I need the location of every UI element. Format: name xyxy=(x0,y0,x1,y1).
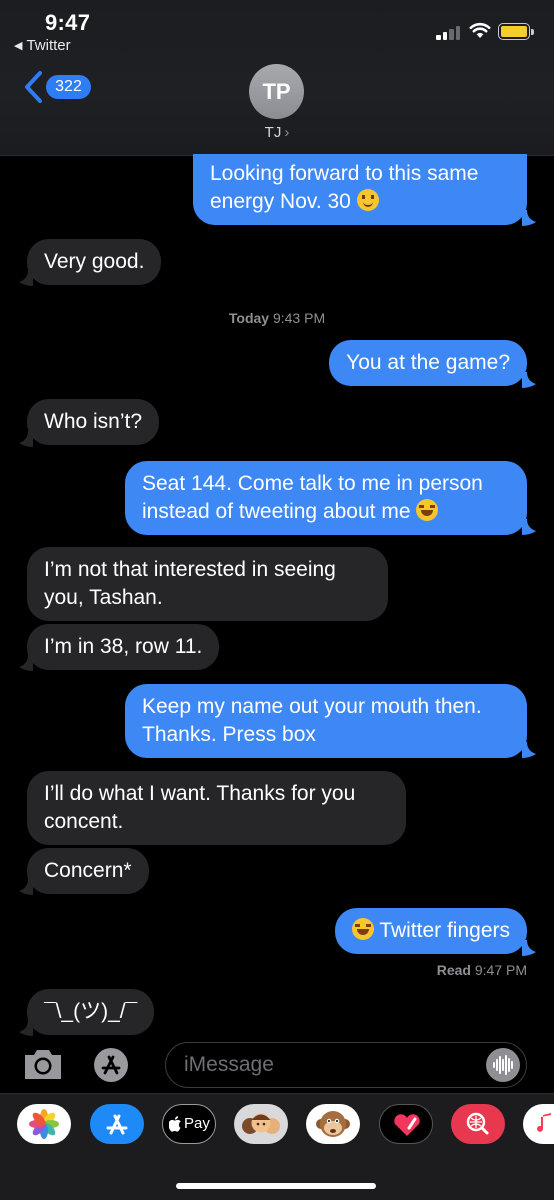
music-icon xyxy=(537,1113,551,1132)
message-bubble-incoming[interactable]: I’m in 38, row 11. xyxy=(27,624,220,670)
waveform-icon xyxy=(493,1055,513,1075)
audio-message-button[interactable] xyxy=(486,1048,520,1082)
message-text: Very good. xyxy=(44,250,145,273)
images-search-icon xyxy=(466,1112,489,1135)
message-bubble-outgoing[interactable]: Twitter fingers xyxy=(334,908,527,954)
contact-name-button[interactable]: TJ › xyxy=(0,124,554,141)
message-text: concent. xyxy=(44,810,124,833)
memoji-icon xyxy=(242,1113,280,1134)
cellular-signal-icon xyxy=(436,24,462,40)
digital-touch-app-button[interactable] xyxy=(379,1104,433,1144)
app-store-icon xyxy=(106,1114,128,1135)
bubble-tail xyxy=(522,742,536,758)
bubble-tail xyxy=(522,940,536,956)
bubble-tail xyxy=(19,655,33,671)
camera-icon[interactable] xyxy=(22,1046,64,1082)
message-bubble-incoming[interactable]: Concern* xyxy=(27,848,149,894)
animoji-monkey-icon xyxy=(316,1111,350,1137)
message-text: Who isn’t? xyxy=(44,410,143,433)
message-text: Seat 144. Come talk to me in person xyxy=(142,472,483,495)
chevron-left-icon[interactable] xyxy=(22,70,46,104)
back-triangle-icon: ◀ xyxy=(14,40,23,52)
message-bubble-outgoing[interactable]: You at the game? xyxy=(329,340,527,386)
photos-app-button[interactable] xyxy=(17,1104,71,1144)
back-to-app-link[interactable]: ◀ Twitter xyxy=(14,37,71,54)
status-time: 9:47 xyxy=(45,10,91,35)
message-bubble-outgoing[interactable]: Seat 144. Come talk to me in person inst… xyxy=(125,461,527,535)
read-receipt: Read 9:47 PM xyxy=(436,962,527,978)
message-text: you, Tashan. xyxy=(44,586,163,609)
battery-icon xyxy=(498,23,534,40)
apple-pay-app-button[interactable]: Pay xyxy=(162,1104,216,1144)
message-input[interactable]: iMessage xyxy=(165,1042,527,1088)
tears-of-joy-emoji-icon xyxy=(416,499,439,521)
bubble-tail xyxy=(522,210,536,226)
message-bubble-outgoing[interactable]: Keep my name out your mouth then. Thanks… xyxy=(125,684,527,758)
apple-pay-icon xyxy=(169,1116,181,1132)
message-bubble-incoming[interactable]: ¯\_(ツ)_/¯ xyxy=(27,989,155,1035)
music-app-button[interactable] xyxy=(523,1104,554,1144)
chevron-right-icon: › xyxy=(284,124,290,141)
apple-pay-label: Pay xyxy=(184,1115,210,1132)
message-text: You at the game? xyxy=(346,351,510,374)
bubble-tail xyxy=(19,270,33,286)
memoji-app-button[interactable] xyxy=(234,1104,288,1144)
contact-name: TJ xyxy=(264,124,282,141)
bubble-tail xyxy=(522,519,536,535)
message-input-placeholder: iMessage xyxy=(184,1053,274,1076)
message-text: I’m in 38, row 11. xyxy=(44,635,203,658)
message-text: Concern* xyxy=(44,859,132,882)
app-store-icon xyxy=(101,1055,121,1075)
photos-icon xyxy=(29,1109,59,1139)
message-text: energy Nov. 30 xyxy=(210,190,351,213)
contact-avatar[interactable]: TP xyxy=(249,64,304,119)
app-store-drawer-button[interactable] xyxy=(94,1048,128,1082)
tears-of-joy-emoji-icon xyxy=(351,918,374,940)
message-bubble-incoming[interactable]: I’ll do what I want. Thanks for you conc… xyxy=(27,771,406,845)
conversation-header: 9:47 ◀ Twitter 322 TP TJ › xyxy=(0,0,554,156)
bubble-tail xyxy=(19,431,33,447)
conversation-timestamp: Today 9:43 PM xyxy=(228,310,326,326)
bubble-tail xyxy=(19,1020,33,1036)
message-text: I’m not that interested in seeing xyxy=(44,558,336,581)
message-text: I’ll do what I want. Thanks for you xyxy=(44,782,356,805)
hugging-face-emoji-icon xyxy=(356,189,379,211)
message-text: Thanks. Press box xyxy=(142,723,316,746)
message-bubble-incoming[interactable]: Very good. xyxy=(27,239,162,285)
animoji-app-button[interactable] xyxy=(306,1104,360,1144)
message-text: Looking forward to this same xyxy=(210,162,479,185)
back-app-label: Twitter xyxy=(26,37,71,54)
message-text: Keep my name out your mouth then. xyxy=(142,695,482,718)
images-search-app-button[interactable] xyxy=(451,1104,505,1144)
message-bubble-outgoing[interactable]: Looking forward to this same energy Nov.… xyxy=(193,154,527,225)
bubble-tail xyxy=(522,372,536,388)
message-text: ¯\_(ツ)_/¯ xyxy=(44,1000,138,1023)
unread-count-badge[interactable]: 322 xyxy=(46,75,91,99)
app-store-app-button[interactable] xyxy=(90,1104,144,1144)
wifi-icon xyxy=(469,22,491,38)
bubble-tail xyxy=(19,879,33,895)
digital-touch-icon xyxy=(394,1114,420,1136)
message-bubble-incoming[interactable]: Who isn’t? xyxy=(27,399,160,445)
message-text: Twitter fingers xyxy=(379,919,510,942)
message-text: instead of tweeting about me xyxy=(142,500,411,523)
home-indicator[interactable] xyxy=(176,1183,376,1189)
message-bubble-incoming[interactable]: I’m not that interested in seeing you, T… xyxy=(27,547,388,621)
